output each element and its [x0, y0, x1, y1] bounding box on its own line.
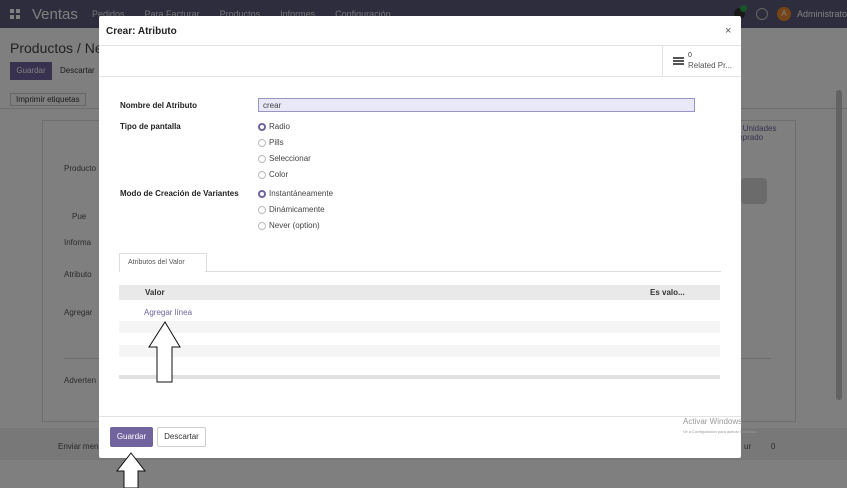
- up-arrow-icon: [148, 321, 181, 383]
- up-arrow-icon: [115, 452, 147, 488]
- annotation-arrows: [115, 321, 181, 488]
